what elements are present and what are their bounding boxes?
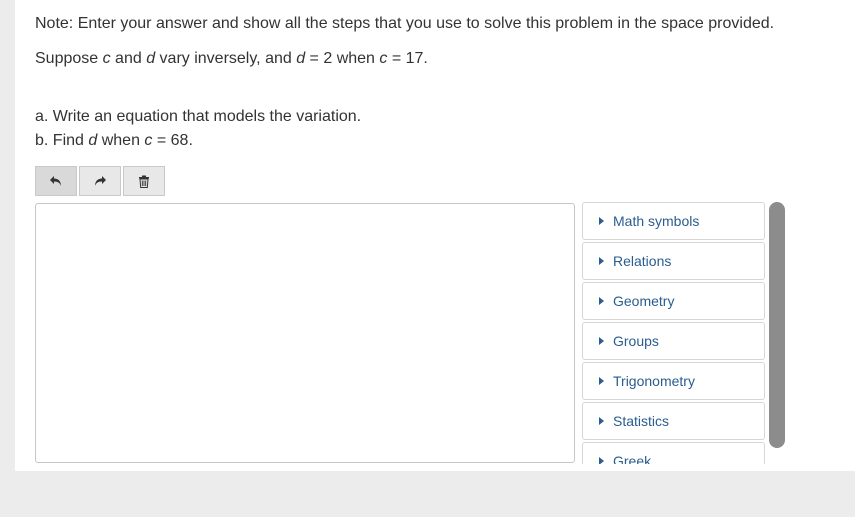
instruction-note: Note: Enter your answer and show all the…: [35, 15, 775, 32]
expand-arrow-icon: [599, 297, 604, 305]
question-b: b. Find d when c = 68.: [35, 132, 193, 149]
palette-item-trigonometry[interactable]: Trigonometry: [582, 362, 765, 400]
expand-arrow-icon: [599, 217, 604, 225]
palette-item-relations[interactable]: Relations: [582, 242, 765, 280]
delete-button[interactable]: [123, 166, 165, 196]
palette-item-statistics[interactable]: Statistics: [582, 402, 765, 440]
palette-item-geometry[interactable]: Geometry: [582, 282, 765, 320]
expand-arrow-icon: [599, 457, 604, 464]
redo-button[interactable]: [79, 166, 121, 196]
question-a: a. Write an equation that models the var…: [35, 108, 362, 125]
editor-toolbar: [35, 166, 167, 196]
undo-button[interactable]: [35, 166, 77, 196]
expand-arrow-icon: [599, 417, 604, 425]
expand-arrow-icon: [599, 377, 604, 385]
question-panel: Note: Enter your answer and show all the…: [15, 0, 855, 471]
palette-item-greek[interactable]: Greek: [582, 442, 765, 464]
answer-editor[interactable]: [35, 203, 575, 463]
symbol-palette: Math symbols Relations Geometry Groups T…: [582, 202, 765, 464]
expand-arrow-icon: [599, 337, 604, 345]
scrollbar-thumb[interactable]: [769, 202, 785, 448]
palette-item-math-symbols[interactable]: Math symbols: [582, 202, 765, 240]
undo-icon: [50, 176, 61, 186]
palette-item-groups[interactable]: Groups: [582, 322, 765, 360]
trash-icon: [139, 175, 149, 188]
problem-statement: Suppose c and d vary inversely, and d = …: [35, 50, 428, 67]
expand-arrow-icon: [599, 257, 604, 265]
palette-scrollbar[interactable]: [769, 202, 785, 448]
redo-icon: [95, 176, 106, 186]
